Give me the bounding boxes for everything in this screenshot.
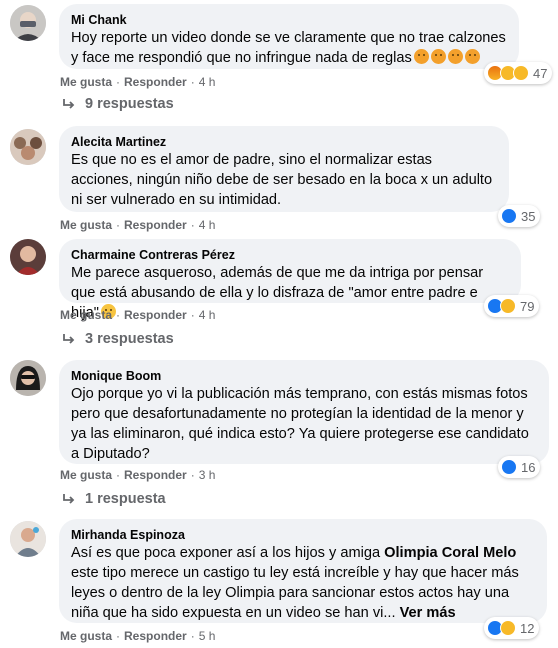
comment-author[interactable]: Alecita Martinez bbox=[71, 134, 497, 150]
like-icon bbox=[501, 459, 517, 475]
like-button[interactable]: Me gusta bbox=[60, 308, 112, 322]
comment-bubble: Monique Boom Ojo porque yo vi la publica… bbox=[59, 360, 549, 464]
like-button[interactable]: Me gusta bbox=[60, 218, 112, 232]
view-replies-button[interactable]: 3 respuestas bbox=[62, 331, 174, 347]
comment-bubble: Mi Chank Hoy reporte un video donde se v… bbox=[59, 4, 519, 69]
reply-arrow-icon bbox=[63, 99, 75, 109]
timestamp[interactable]: 5 h bbox=[199, 629, 216, 643]
wow-icon bbox=[513, 65, 529, 81]
reaction-count[interactable]: 12 bbox=[484, 617, 540, 639]
sad-icon bbox=[500, 620, 516, 636]
comment-author[interactable]: Mirhanda Espinoza bbox=[71, 527, 535, 543]
angry-emoji-icon bbox=[464, 49, 480, 64]
avatar[interactable] bbox=[10, 5, 46, 41]
comment-bubble: Alecita Martinez Es que no es el amor de… bbox=[59, 126, 509, 212]
comment-bubble: Charmaine Contreras Pérez Me parece asqu… bbox=[59, 239, 521, 321]
reply-arrow-icon bbox=[63, 494, 75, 504]
angry-emoji-icon bbox=[413, 49, 429, 64]
reply-button[interactable]: Responder bbox=[124, 308, 187, 322]
comment-bubble: Mirhanda Espinoza Así es que poca expone… bbox=[59, 519, 547, 623]
reaction-count[interactable]: 47 bbox=[484, 62, 553, 84]
comment-author[interactable]: Charmaine Contreras Pérez bbox=[71, 247, 509, 263]
angry-emoji-icon bbox=[430, 49, 446, 64]
like-button[interactable]: Me gusta bbox=[60, 629, 112, 643]
timestamp[interactable]: 4 h bbox=[199, 218, 216, 232]
view-replies-button[interactable]: 1 respuesta bbox=[62, 491, 166, 507]
avatar[interactable] bbox=[10, 360, 46, 396]
timestamp[interactable]: 4 h bbox=[199, 75, 216, 89]
view-replies-button[interactable]: 9 respuestas bbox=[62, 96, 174, 112]
comment-author[interactable]: Monique Boom bbox=[71, 368, 537, 384]
comment-actions: Me gusta · Responder · 4 h bbox=[60, 75, 216, 89]
comment-text: Ojo porque yo vi la publicación más temp… bbox=[71, 386, 529, 462]
comment-text: Así es que poca exponer así a los hijos … bbox=[71, 545, 519, 621]
like-button[interactable]: Me gusta bbox=[60, 468, 112, 482]
timestamp[interactable]: 4 h bbox=[199, 308, 216, 322]
comment-author[interactable]: Mi Chank bbox=[71, 12, 507, 28]
reaction-count[interactable]: 35 bbox=[498, 205, 541, 227]
timestamp[interactable]: 3 h bbox=[199, 468, 216, 482]
avatar[interactable] bbox=[10, 521, 46, 557]
comment-actions: Me gusta · Responder · 4 h bbox=[60, 218, 216, 232]
comment-text: Es que no es el amor de padre, sino el n… bbox=[71, 152, 493, 208]
reaction-count[interactable]: 79 bbox=[484, 295, 540, 317]
avatar[interactable] bbox=[10, 129, 46, 165]
angry-emoji-icon bbox=[447, 49, 463, 64]
reply-button[interactable]: Responder bbox=[124, 218, 187, 232]
see-more-link[interactable]: Ver más bbox=[400, 605, 456, 621]
reaction-count[interactable]: 16 bbox=[498, 456, 541, 478]
comment-actions: Me gusta · Responder · 4 h bbox=[60, 308, 216, 322]
mention-link[interactable]: Olimpia Coral Melo bbox=[384, 545, 516, 561]
like-icon bbox=[501, 208, 517, 224]
avatar[interactable] bbox=[10, 239, 46, 275]
reply-arrow-icon bbox=[63, 334, 75, 344]
reply-button[interactable]: Responder bbox=[124, 75, 187, 89]
comment-actions: Me gusta · Responder · 5 h bbox=[60, 629, 216, 643]
like-button[interactable]: Me gusta bbox=[60, 75, 112, 89]
reply-button[interactable]: Responder bbox=[124, 629, 187, 643]
sad-icon bbox=[500, 298, 516, 314]
reply-button[interactable]: Responder bbox=[124, 468, 187, 482]
comment-actions: Me gusta · Responder · 3 h bbox=[60, 468, 216, 482]
